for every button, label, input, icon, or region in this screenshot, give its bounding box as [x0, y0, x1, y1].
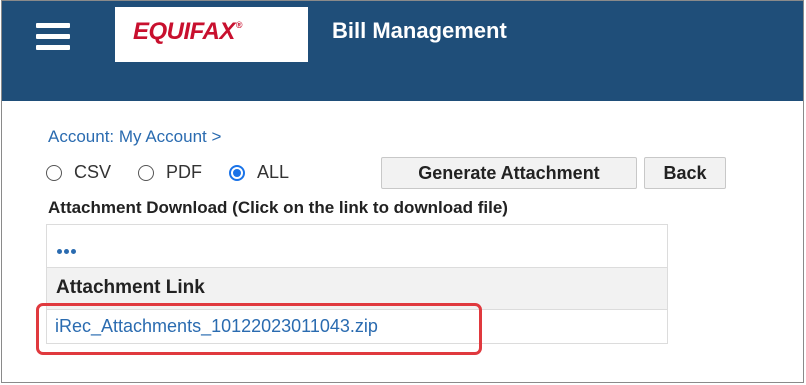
radio-pdf[interactable]: PDF — [138, 162, 202, 183]
format-radio-group: CSV PDF ALL Generate Attachment Back — [46, 157, 746, 189]
hamburger-menu-icon[interactable] — [36, 21, 70, 51]
app-title: Bill Management — [332, 18, 507, 43]
radio-all[interactable]: ALL — [229, 162, 289, 183]
page-frame: EQUIFAX® Bill Management Account: My Acc… — [1, 0, 804, 383]
section-title: Attachment Download (Click on the link t… — [48, 198, 508, 217]
menu-bar — [36, 23, 70, 28]
app-header: EQUIFAX® Bill Management — [2, 1, 803, 101]
radio-circle-selected — [229, 164, 245, 181]
radio-circle — [46, 164, 62, 181]
back-button[interactable]: Back — [644, 157, 726, 189]
logo-wordmark: EQUIFAX® — [133, 18, 243, 45]
radio-csv[interactable]: CSV — [46, 162, 111, 183]
radio-circle — [138, 164, 154, 181]
radio-label: ALL — [257, 162, 290, 182]
table-toolbar — [46, 224, 668, 268]
menu-bar — [36, 34, 70, 39]
more-dots-icon[interactable] — [57, 243, 78, 257]
highlight-box — [36, 303, 482, 355]
radio-label: CSV — [74, 162, 112, 182]
breadcrumb[interactable]: Account: My Account > — [48, 127, 221, 147]
generate-attachment-button[interactable]: Generate Attachment — [381, 157, 637, 189]
radio-label: PDF — [166, 162, 202, 182]
menu-bar — [36, 45, 70, 50]
equifax-logo: EQUIFAX® — [115, 7, 308, 62]
